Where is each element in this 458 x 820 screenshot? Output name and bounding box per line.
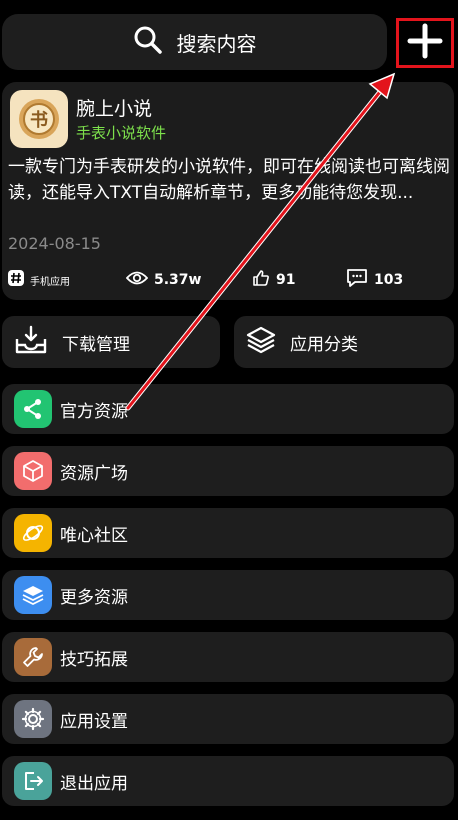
menu-label: 唯心社区 [60, 525, 128, 546]
views-count: 5.37w [154, 272, 202, 288]
app-card[interactable]: 书 腕上小说 手表小说软件 一款专门为手表研发的小说软件，即可在线阅读也可离线阅… [2, 82, 454, 300]
views-stat: 5.37w [125, 268, 202, 292]
menu-label: 技巧拓展 [60, 649, 128, 670]
app-description: 一款专门为手表研发的小说软件，即可在线阅读也可离线阅读，还能导入TXT自动解析章… [8, 157, 450, 203]
comments-count: 103 [374, 272, 404, 288]
menu-item-resource-plaza[interactable]: 资源广场 [2, 446, 454, 496]
search-label: 搜索内容 [176, 31, 257, 56]
menu-item-exit[interactable]: 退出应用 [2, 756, 454, 806]
app-date: 2024-08-15 [8, 234, 101, 253]
menu-label: 更多资源 [60, 587, 128, 608]
planet-icon [14, 514, 52, 552]
menu-item-community[interactable]: 唯心社区 [2, 508, 454, 558]
plus-icon [407, 23, 443, 63]
app-category: 手表小说软件 [76, 124, 167, 142]
eye-icon [125, 270, 149, 290]
app-stats: 手机应用 5.37w 91 103 [8, 268, 448, 292]
search-icon [133, 25, 163, 59]
download-manager-label: 下载管理 [62, 334, 130, 355]
stack-icon [14, 576, 52, 614]
menu-label: 退出应用 [60, 773, 128, 794]
app-name: 腕上小说 [76, 98, 153, 120]
layers-icon [246, 325, 276, 359]
download-tray-icon [14, 325, 48, 359]
add-button[interactable] [396, 18, 454, 68]
app-category-button[interactable]: 应用分类 [234, 316, 454, 368]
menu-item-tips[interactable]: 技巧拓展 [2, 632, 454, 682]
menu-item-more-resources[interactable]: 更多资源 [2, 570, 454, 620]
app-category-label: 应用分类 [290, 334, 358, 355]
menu-label: 官方资源 [60, 401, 128, 422]
menu-item-official-resources[interactable]: 官方资源 [2, 384, 454, 434]
share-icon [14, 390, 52, 428]
cube-icon [14, 452, 52, 490]
app-icon: 书 [10, 90, 68, 148]
search-bar[interactable]: 搜索内容 [2, 14, 387, 70]
tag-label: 手机应用 [30, 276, 70, 288]
menu-label: 资源广场 [60, 463, 128, 484]
menu-label: 应用设置 [60, 711, 128, 732]
exit-icon [14, 762, 52, 800]
likes-stat[interactable]: 91 [252, 268, 295, 292]
app-icon-char: 书 [30, 110, 48, 131]
hash-icon [8, 270, 24, 290]
thumbs-up-icon [252, 269, 270, 291]
wrench-icon [14, 638, 52, 676]
likes-count: 91 [276, 272, 296, 288]
comment-icon [346, 268, 368, 292]
menu-item-settings[interactable]: 应用设置 [2, 694, 454, 744]
comments-stat[interactable]: 103 [346, 268, 403, 292]
download-manager-button[interactable]: 下载管理 [2, 316, 220, 368]
gear-icon [14, 700, 52, 738]
tag-badge: 手机应用 [8, 268, 70, 292]
